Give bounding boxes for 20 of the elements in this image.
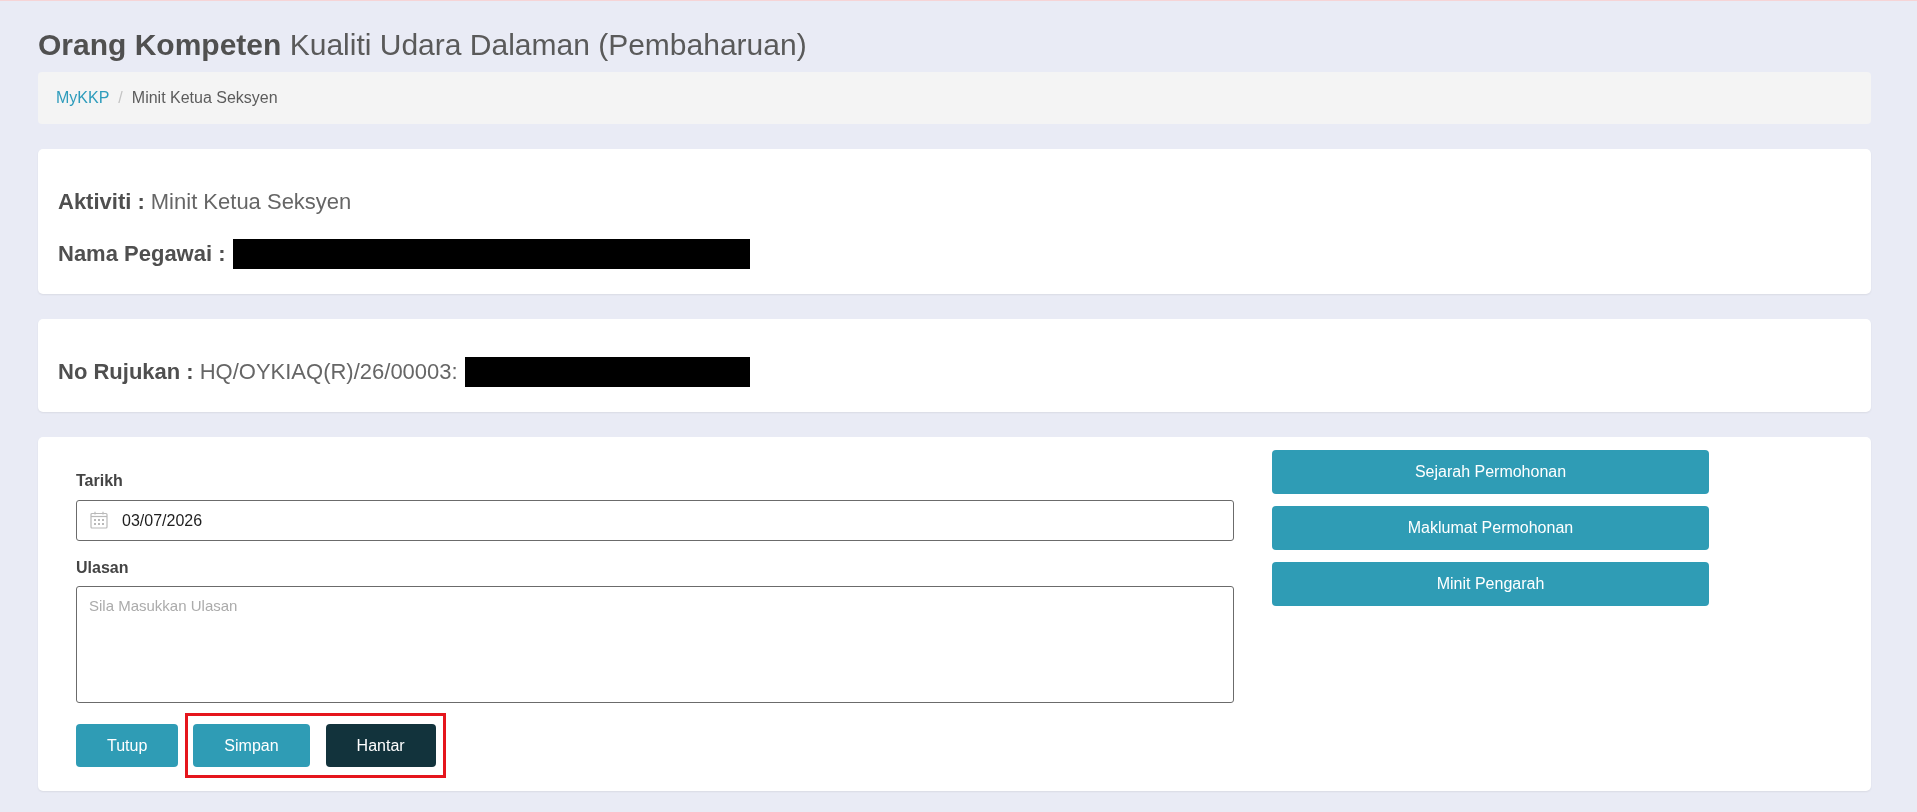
side-button[interactable]: Maklumat Permohonan: [1272, 506, 1709, 550]
info-value: Minit Ketua Seksyen: [150, 189, 352, 215]
action-button[interactable]: Simpan: [193, 724, 310, 767]
calendar-icon: [90, 511, 108, 529]
info-label: Aktiviti :: [58, 189, 145, 215]
page-title: Orang Kompeten Kualiti Udara Dalaman (Pembaharuan): [38, 27, 807, 63]
comment-field[interactable]: Sila Masukkan Ulasan: [76, 586, 1234, 703]
date-field[interactable]: 03/07/2026: [76, 500, 1234, 541]
breadcrumb-separator: /: [118, 89, 123, 107]
action-button[interactable]: Tutup: [76, 724, 179, 767]
info-label: No Rujukan :: [58, 359, 194, 385]
breadcrumb-current: Minit Ketua Seksyen: [131, 89, 278, 107]
field-label: Tarikh: [76, 471, 123, 491]
breadcrumb-link[interactable]: MyKKP: [56, 89, 110, 107]
side-button[interactable]: Minit Pengarah: [1272, 562, 1709, 606]
field-label: Ulasan: [76, 558, 129, 578]
info-label: Nama Pegawai :: [58, 241, 226, 267]
side-button[interactable]: Sejarah Permohonan: [1272, 450, 1709, 494]
action-button[interactable]: Hantar: [325, 724, 436, 767]
info-value: HQ/OYKIAQ(R)/26/00003:: [199, 359, 458, 385]
